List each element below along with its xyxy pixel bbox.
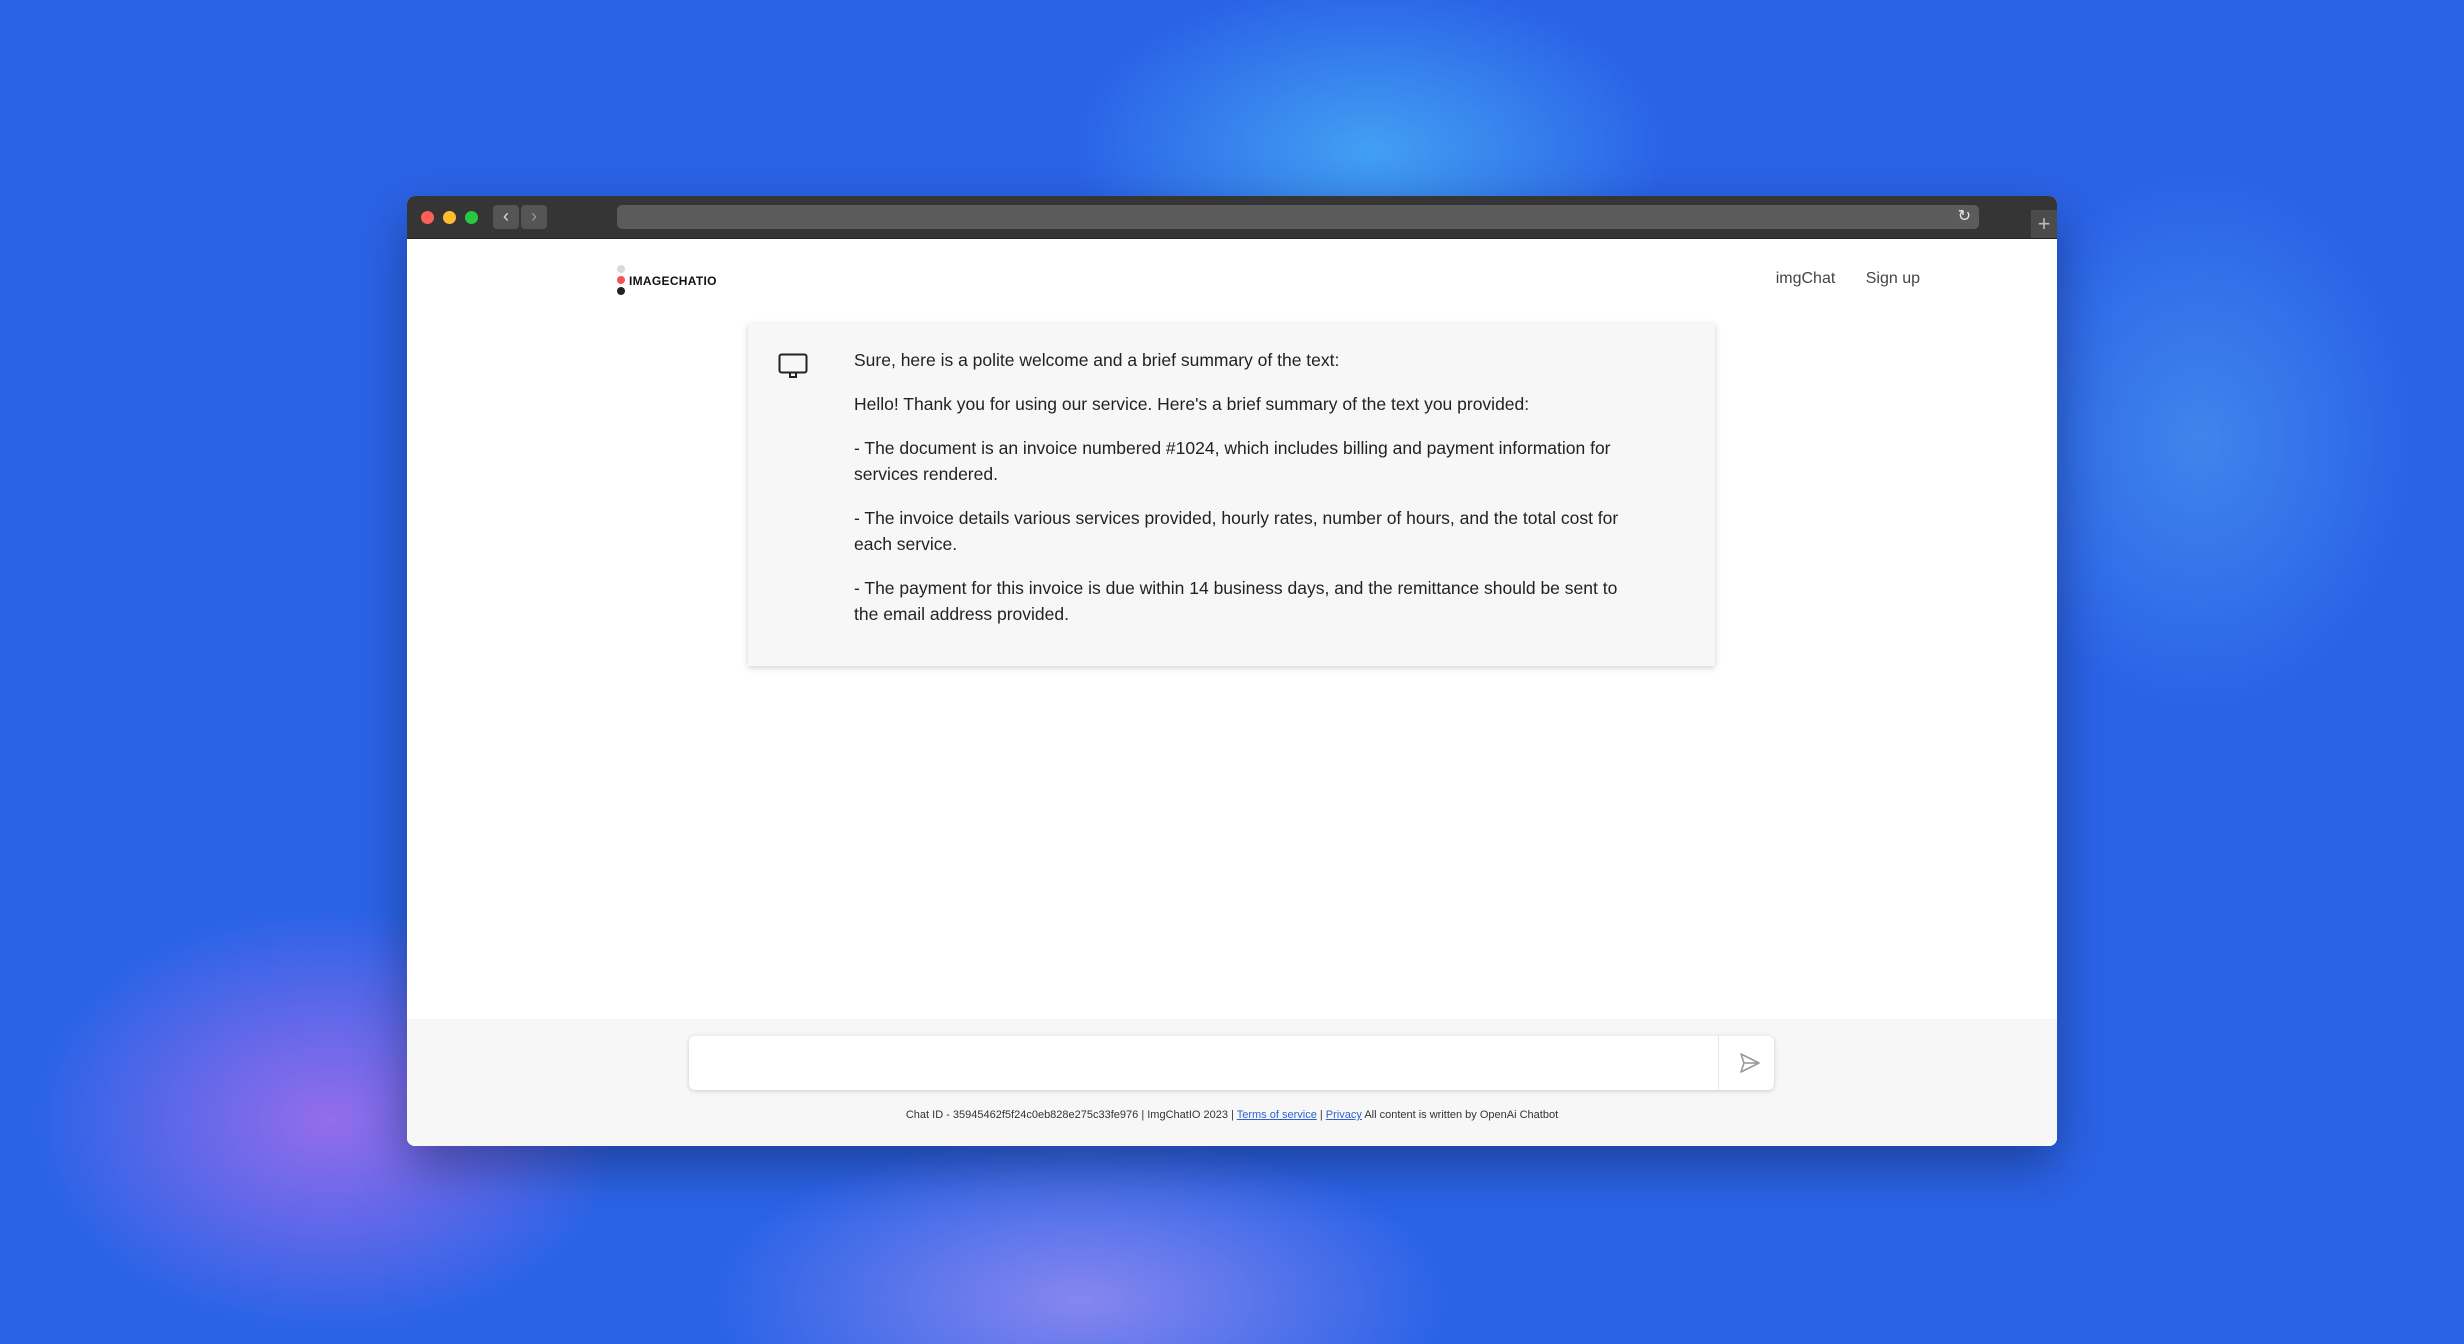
chat-input[interactable] xyxy=(689,1036,1719,1090)
maximize-window-button[interactable] xyxy=(465,211,478,224)
new-tab-button[interactable]: + xyxy=(2031,210,2057,238)
page-content: IMAGECHATIO imgChat Sign up Sure, here i… xyxy=(407,239,2057,1146)
plus-icon: + xyxy=(2037,211,2051,236)
chevron-right-icon: › xyxy=(531,206,537,226)
address-bar[interactable]: ↻ xyxy=(617,205,1979,229)
message-paragraph: Sure, here is a polite welcome and a bri… xyxy=(854,350,1340,370)
chevron-left-icon: ‹ xyxy=(503,206,509,226)
chat-input-wrapper xyxy=(689,1036,1774,1090)
nav-link-imgchat[interactable]: imgChat xyxy=(1776,270,1836,287)
top-nav: imgChat Sign up xyxy=(1750,270,1920,288)
message-paragraph: - The invoice details various services p… xyxy=(854,508,1619,554)
send-icon xyxy=(1740,1053,1760,1073)
browser-titlebar: ‹ › ↻ + xyxy=(407,196,2057,239)
forward-button[interactable]: › xyxy=(521,205,547,229)
logo-text: IMAGECHATIO xyxy=(629,274,717,288)
footer: Chat ID - 35945462f5f24c0eb828e275c33fe9… xyxy=(407,1109,2057,1121)
footer-separator: | xyxy=(1319,1109,1323,1121)
browser-window: ‹ › ↻ + IMAGECHATIO imgChat Sign up Sure… xyxy=(407,196,2057,1146)
minimize-window-button[interactable] xyxy=(443,211,456,224)
message-paragraph: - The payment for this invoice is due wi… xyxy=(854,578,1618,624)
footer-chat-id: Chat ID - 35945462f5f24c0eb828e275c33fe9… xyxy=(905,1109,1234,1121)
nav-link-sign-up[interactable]: Sign up xyxy=(1866,270,1920,287)
logo-dots-icon xyxy=(617,265,625,295)
close-window-button[interactable] xyxy=(421,211,434,224)
send-button[interactable] xyxy=(1726,1036,1774,1090)
monitor-icon xyxy=(778,353,808,378)
privacy-link[interactable]: Privacy xyxy=(1326,1109,1362,1121)
footer-disclaimer: All content is written by OpenAi Chatbot xyxy=(1364,1109,1559,1121)
message-text: Sure, here is a polite welcome and a bri… xyxy=(854,347,1644,645)
message-paragraph: - The document is an invoice numbered #1… xyxy=(854,438,1611,484)
composer-area: Chat ID - 35945462f5f24c0eb828e275c33fe9… xyxy=(407,1019,2057,1146)
reload-icon[interactable]: ↻ xyxy=(1958,207,1971,227)
terms-of-service-link[interactable]: Terms of service xyxy=(1237,1109,1317,1121)
message-paragraph: Hello! Thank you for using our service. … xyxy=(854,394,1530,414)
back-button[interactable]: ‹ xyxy=(493,205,519,229)
assistant-message: Sure, here is a polite welcome and a bri… xyxy=(748,323,1715,666)
